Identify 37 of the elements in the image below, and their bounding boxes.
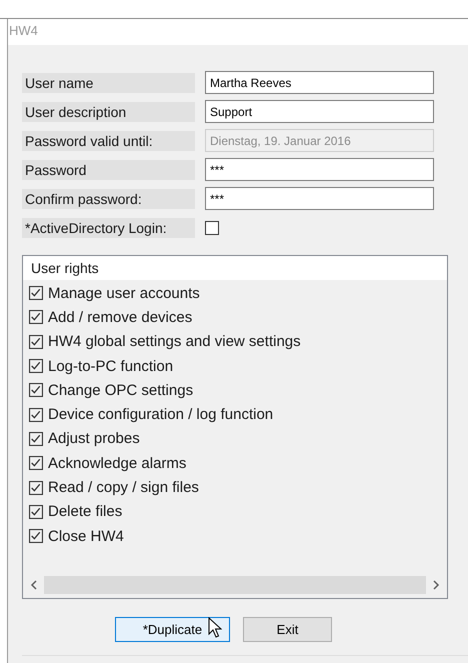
checkbox[interactable] [29, 432, 43, 446]
input-field[interactable]: Martha Reeves [205, 71, 434, 94]
checkbox[interactable] [29, 310, 43, 324]
checkbox[interactable] [29, 383, 43, 398]
right-label: HW4 global settings and view settings [48, 333, 301, 350]
input-field[interactable]: *** [205, 187, 434, 210]
checkbox[interactable] [29, 408, 43, 422]
dialog-button[interactable]: *Duplicate [115, 617, 230, 642]
checkbox[interactable] [29, 456, 43, 470]
right-label: Log-to-PC function [48, 358, 174, 375]
input-field[interactable]: *** [205, 158, 434, 181]
checkbox[interactable] [29, 529, 43, 544]
input-field[interactable]: Support [205, 100, 434, 123]
right-label: Acknowledge alarms [48, 454, 186, 472]
field-label: User description [22, 102, 195, 122]
right-label: Close HW4 [48, 528, 124, 545]
right-label: Read / copy / sign files [48, 479, 199, 496]
pointer-cursor-icon [208, 617, 222, 639]
list-header: User rights [23, 256, 447, 280]
right-label: Change OPC settings [48, 382, 194, 399]
checkbox[interactable] [29, 480, 43, 495]
field-label: User name [22, 72, 195, 92]
checkbox[interactable] [29, 504, 43, 519]
field-label: Password [22, 160, 195, 180]
right-label: Manage user accounts [48, 284, 200, 302]
right-label: Add / remove devices [48, 308, 192, 326]
checkbox[interactable] [29, 286, 43, 300]
checkbox[interactable] [205, 220, 219, 234]
dialog-button[interactable]: Exit [243, 617, 332, 642]
right-label: Device configuration / log function [48, 406, 274, 424]
field-label: *ActiveDirectory Login: [22, 218, 195, 238]
field-label: Password valid until: [22, 130, 195, 150]
checkbox[interactable] [29, 359, 43, 374]
right-label: Delete files [48, 503, 122, 520]
right-label: Adjust probes [48, 430, 140, 448]
field-label: Confirm password: [22, 188, 195, 208]
checkbox[interactable] [29, 334, 43, 349]
